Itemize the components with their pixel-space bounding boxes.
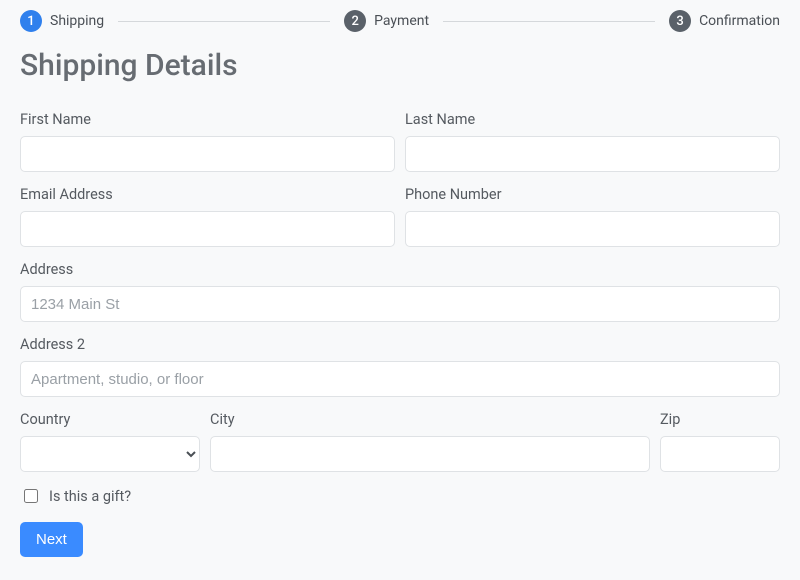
step-number: 1 [20,10,42,32]
address2-label: Address 2 [20,336,780,353]
step-number: 2 [344,10,366,32]
city-label: City [210,411,650,428]
zip-input[interactable] [660,436,780,472]
step-label: Payment [374,13,429,29]
step-divider [118,21,330,22]
page-title: Shipping Details [20,48,780,83]
step-confirmation[interactable]: 3 Confirmation [669,10,780,32]
city-input[interactable] [210,436,650,472]
next-button[interactable]: Next [20,522,83,557]
gift-label[interactable]: Is this a gift? [49,488,131,505]
last-name-label: Last Name [405,111,780,128]
phone-label: Phone Number [405,186,780,203]
email-label: Email Address [20,186,395,203]
last-name-input[interactable] [405,136,780,172]
address-label: Address [20,261,780,278]
address-input[interactable] [20,286,780,322]
first-name-label: First Name [20,111,395,128]
country-label: Country [20,411,200,428]
step-shipping[interactable]: 1 Shipping [20,10,104,32]
zip-label: Zip [660,411,780,428]
address2-input[interactable] [20,361,780,397]
step-number: 3 [669,10,691,32]
first-name-input[interactable] [20,136,395,172]
step-divider [443,21,655,22]
step-label: Confirmation [699,13,780,29]
phone-input[interactable] [405,211,780,247]
gift-checkbox[interactable] [24,489,38,503]
step-payment[interactable]: 2 Payment [344,10,429,32]
stepper: 1 Shipping 2 Payment 3 Confirmation [20,10,780,32]
email-input[interactable] [20,211,395,247]
step-label: Shipping [50,13,104,29]
country-select[interactable] [20,436,200,472]
